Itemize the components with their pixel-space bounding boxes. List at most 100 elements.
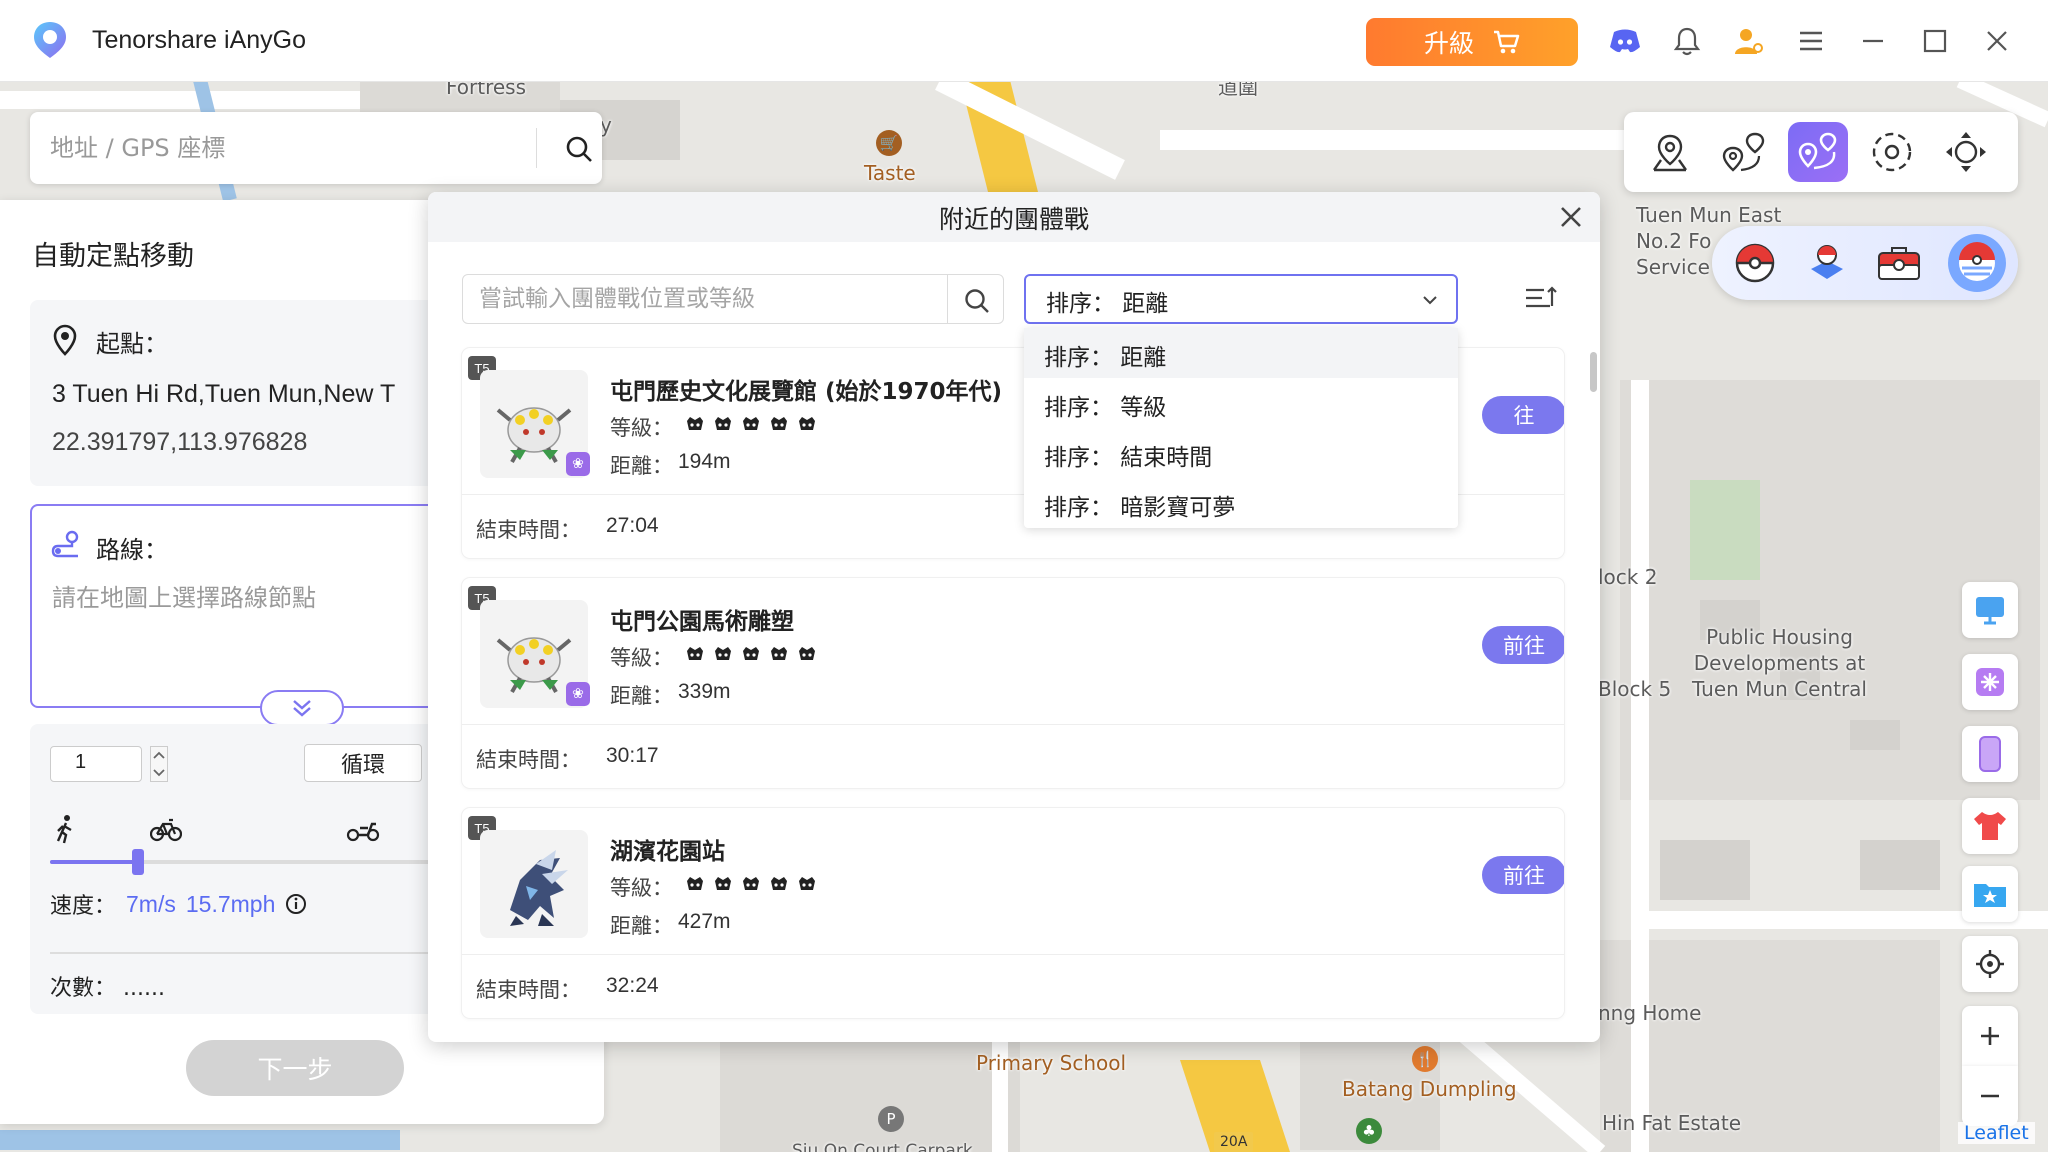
distance-label: 距離： [610,914,673,938]
user-account-icon[interactable] [1732,24,1766,58]
chevron-down-icon [1423,296,1437,305]
end-time-value: 27:04 [606,514,659,537]
move-arrows-icon [1946,132,1986,172]
close-dialog-icon[interactable] [1556,202,1586,232]
search-icon[interactable] [963,287,991,315]
dialog-header: 附近的團體戰 [428,192,1600,242]
pokestop-icon [1811,245,1843,279]
loop-count-stepper[interactable]: 1 [50,746,142,782]
pokeball-icon [1735,243,1775,283]
sort-dropdown-menu: 排序： 距離 排序： 等級 排序： 結束時間 排序： 暗影寶可夢 [1024,328,1458,528]
route-hint: 請在地圖上選擇路線節點 [52,584,316,612]
go-button[interactable]: 前往 [1482,856,1564,894]
start-point-coordinates: 22.391797,113.976828 [52,428,308,456]
sparkle-tool-button[interactable] [1962,654,2018,710]
raid-level-icon [715,647,731,660]
raid-level-icons [686,416,816,432]
zoom-in-button[interactable] [1962,1006,2018,1066]
route-label: 路線： [96,536,168,564]
bell-icon[interactable] [1670,24,1704,58]
map-label-block-2: lock 2 [1598,565,1658,589]
search-icon[interactable] [564,134,594,164]
nearby-raids-dialog: 附近的團體戰 排序： 距離 T5 ❀ 屯門歷史文化展覽館 (始 [428,192,1600,1042]
mode-toolbar [1624,112,2018,192]
go-button[interactable]: 往 [1482,396,1564,434]
raid-search-input[interactable] [479,283,929,315]
distance-value: 427m [678,910,731,933]
address-search-box [30,112,602,184]
expand-route-button[interactable] [260,690,344,726]
raid-level-icon [771,417,787,430]
stepper-arrows-icon[interactable] [150,746,168,782]
raid-level-icon [715,417,731,430]
pokeball-button[interactable] [1726,234,1784,292]
menu-icon[interactable] [1794,24,1828,58]
pokemon-thumbnail [480,830,588,938]
end-time-label: 結束時間： [476,978,581,1002]
upgrade-button[interactable]: 升級 [1366,18,1578,66]
joystick-mode-button[interactable] [1862,122,1922,182]
loop-button[interactable]: 循環 [304,744,422,782]
end-time-value: 30:17 [606,744,659,767]
star-folder-icon [1974,884,2006,907]
phone-device-button[interactable] [1962,726,2018,782]
app-logo-icon [34,22,66,58]
start-point-label: 起點： [96,330,168,358]
map-label-home: nng Home [1598,1001,1702,1025]
raid-bag-icon [1878,247,1920,280]
close-window-icon[interactable] [1980,24,2014,58]
sort-option-level[interactable]: 排序： 等級 [1024,378,1458,428]
raid-search-divider [947,275,948,323]
speed-slider-fill [50,860,139,864]
discord-icon[interactable] [1608,24,1642,58]
gym-type-badge-icon: ❀ [566,682,590,706]
level-label: 等級： [610,876,673,900]
next-step-button[interactable]: 下一步 [186,1040,404,1096]
sort-selected-value: 排序： 距離 [1046,291,1169,317]
leaflet-attribution-link[interactable]: Leaflet [1958,1122,2035,1144]
pokestop-map-button[interactable] [1798,234,1856,292]
two-pins-icon [1722,132,1765,172]
gift-tool-button[interactable] [1962,798,2018,854]
level-label: 等級： [610,416,673,440]
sort-option-shadow-pokemon[interactable]: 排序： 暗影寶可夢 [1024,478,1458,528]
teleport-mode-button[interactable] [1640,122,1700,182]
move-mode-button[interactable] [1936,122,1996,182]
multi-spot-mode-button[interactable] [1788,122,1848,182]
go-button[interactable]: 前往 [1482,626,1564,664]
joystick-icon [1872,132,1912,172]
raid-level-icon [743,417,759,430]
minimize-icon[interactable] [1856,24,1890,58]
end-time-value: 32:24 [606,974,659,997]
info-icon[interactable] [285,893,307,915]
raid-level-icon [799,877,815,890]
scooter-icon[interactable] [346,818,380,842]
speed-label: 速度： [50,894,117,919]
sort-order-icon[interactable] [1524,284,1558,314]
maximize-icon[interactable] [1918,24,1952,58]
speed-slider-handle[interactable] [132,849,145,875]
location-pin-icon [1653,134,1687,172]
sort-select[interactable]: 排序： 距離 [1024,274,1458,324]
count-value[interactable]: ...... [123,976,165,1001]
raid-list-scrollbar[interactable] [1590,352,1597,392]
speed-readout: 速度： 7m/s 15.7mph [50,888,307,920]
map-label-public-housing: Public Housing Developments at Tuen Mun … [1692,625,1867,701]
gym-raid-active-button[interactable] [1948,234,2006,292]
tree-poi-icon: ♣ [1356,1118,1382,1144]
raid-location-name: 湖濱花園站 [610,839,725,865]
raid-card: T5 ❀ 屯門公園馬術雕塑 等級： 距離： 339m 結束時間： 30:17 前… [462,578,1564,788]
monitor-icon [1976,597,2004,625]
address-search-input[interactable] [50,128,550,168]
zoom-out-button[interactable] [1962,1066,2018,1126]
two-spot-mode-button[interactable] [1714,122,1774,182]
walking-icon[interactable] [52,814,78,844]
cycling-icon[interactable] [150,816,182,842]
locate-me-button[interactable] [1962,936,2018,992]
sort-option-end-time[interactable]: 排序： 結束時間 [1024,428,1458,478]
raid-battle-button[interactable] [1870,234,1928,292]
favorites-button[interactable] [1962,866,2018,922]
sort-option-distance[interactable]: 排序： 距離 [1024,328,1458,378]
map-label-batang-dumpling: Batang Dumpling [1342,1077,1517,1101]
screen-cast-button[interactable] [1962,582,2018,638]
